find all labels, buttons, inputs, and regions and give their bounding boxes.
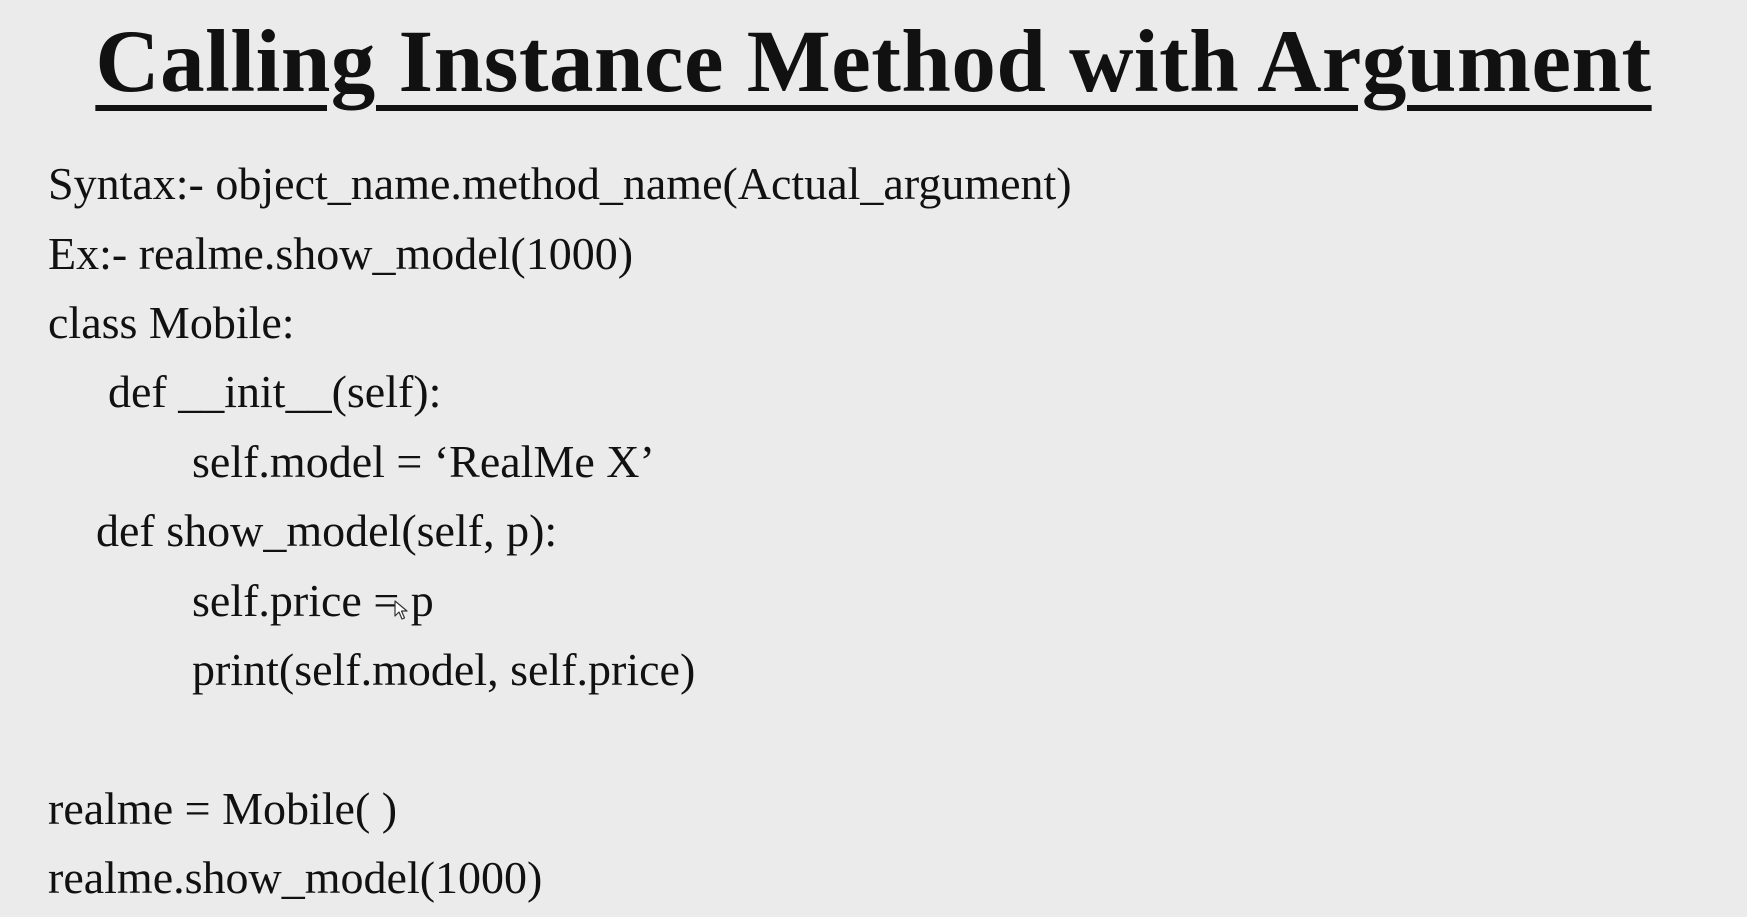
- slide: Calling Instance Method with Argument Sy…: [0, 0, 1747, 917]
- code-line-init: def __init__(self):: [108, 366, 442, 417]
- code-line-class: class Mobile:: [48, 297, 295, 348]
- mouse-pointer-icon: [394, 600, 408, 620]
- slide-title: Calling Instance Method with Argument: [95, 13, 1652, 111]
- code-line-model-assign: self.model = ‘RealMe X’: [192, 436, 655, 487]
- example-line: Ex:- realme.show_model(1000): [48, 228, 634, 279]
- code-line-instantiate: realme = Mobile( ): [48, 783, 398, 834]
- code-line-show-model-def: def show_model(self, p):: [96, 505, 558, 556]
- syntax-line: Syntax:- object_name.method_name(Actual_…: [48, 158, 1072, 209]
- code-line-call: realme.show_model(1000): [48, 852, 543, 903]
- code-line-print: print(self.model, self.price): [192, 644, 696, 695]
